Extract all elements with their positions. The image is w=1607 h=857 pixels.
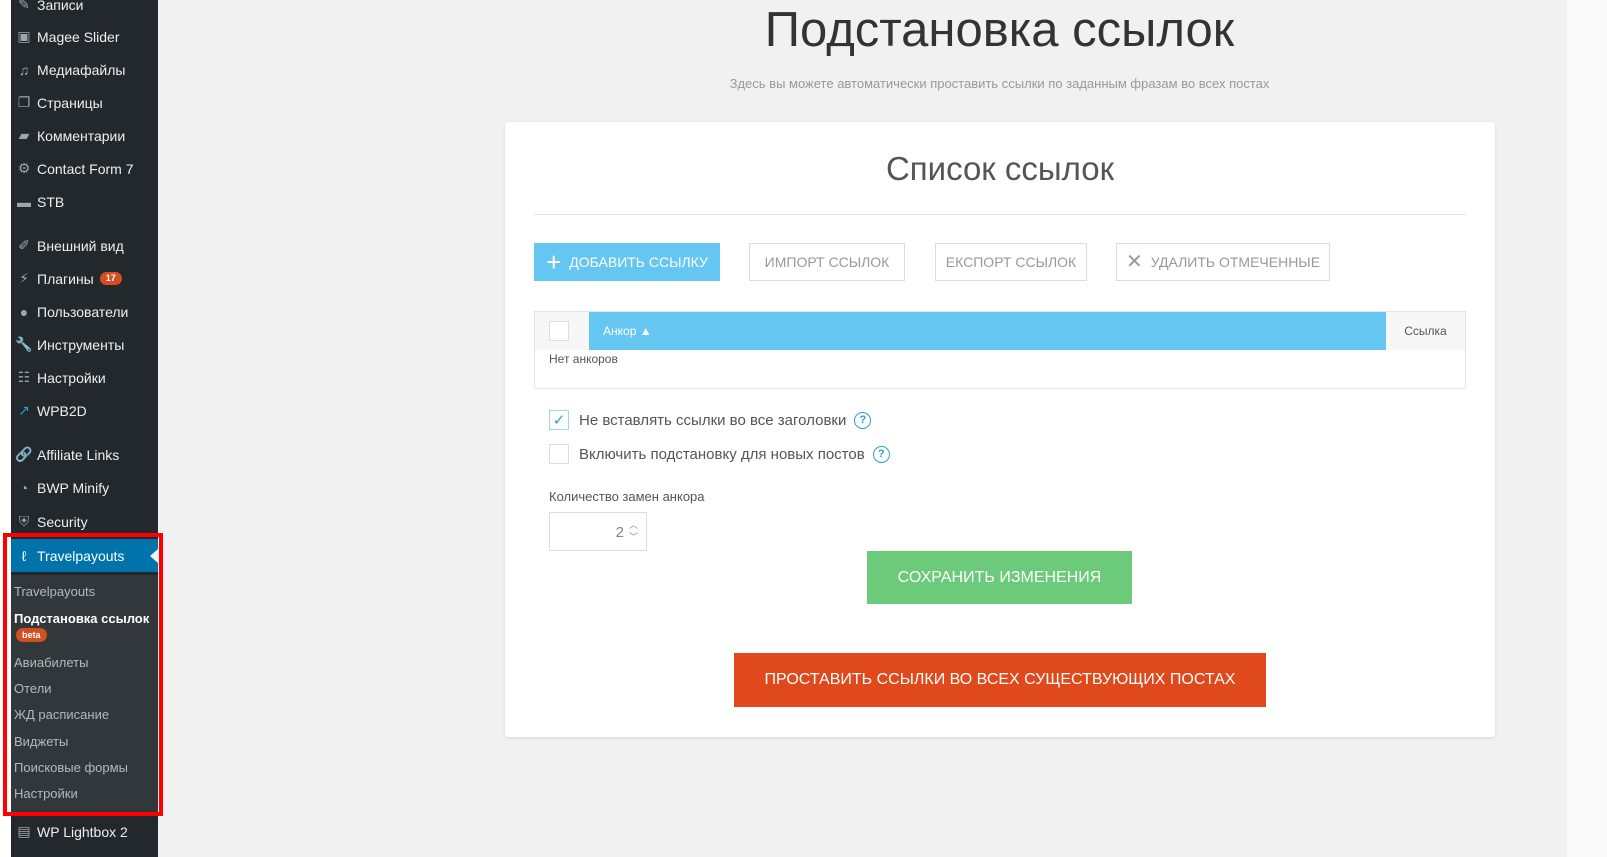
count-label: Количество замен анкора xyxy=(549,489,705,504)
card-title: Список ссылок xyxy=(885,150,1115,187)
help-icon[interactable]: ? xyxy=(854,411,872,429)
export-links-button[interactable]: ЕКСПОРТ ССЫЛОК xyxy=(935,243,1087,281)
add-link-button[interactable]: + ДОБАВИТЬ ССЫЛКУ xyxy=(534,243,720,281)
media-icon: ♫ xyxy=(18,61,30,78)
new-posts-label: Включить подстановку для новых постов xyxy=(579,445,865,463)
links-card: Список ссылок + ДОБАВИТЬ ССЫЛКУ ИМПОРТ СС… xyxy=(505,122,1495,737)
wrench-icon: 🔧 xyxy=(15,336,33,352)
pages-icon: ❐ xyxy=(17,94,31,110)
menu-settings[interactable]: ☷ Настройки xyxy=(11,361,158,394)
comment-icon: ▰ xyxy=(18,127,30,143)
column-anchor[interactable]: Анкор ▲ xyxy=(589,312,1386,350)
menu-magee-slider[interactable]: ▣ Magee Slider xyxy=(11,20,158,53)
apply-links-button[interactable]: ПРОСТАВИТЬ ССЫЛКИ ВО ВСЕХ СУЩЕСТВУЮЩИХ П… xyxy=(734,653,1266,707)
menu-comments[interactable]: ▰ Комментарии xyxy=(11,119,158,152)
menu-pages[interactable]: ❐ Страницы xyxy=(11,86,158,119)
close-icon: ✕ xyxy=(1125,251,1143,273)
count-value: 2 xyxy=(615,524,624,541)
link-icon: 🔗 xyxy=(15,446,33,462)
slider-icon: ▣ xyxy=(17,28,31,44)
highlight-frame xyxy=(3,533,163,816)
option-no-headers[interactable]: ✓ Не вставлять ссылки во все заголовки ? xyxy=(549,410,872,430)
update-count-badge: 17 xyxy=(99,272,122,285)
plus-icon: + xyxy=(546,247,562,277)
stb-icon: ▬ xyxy=(17,193,31,210)
menu-media[interactable]: ♫ Медиафайлы xyxy=(11,53,158,86)
right-edge xyxy=(1567,0,1607,857)
menu-plugins[interactable]: ⚡ Плагины 17 xyxy=(11,262,158,295)
new-posts-checkbox[interactable] xyxy=(549,444,569,464)
user-icon: ● xyxy=(19,303,29,320)
menu-appearance[interactable]: ✐ Внешний вид xyxy=(11,229,158,262)
menu-contact-form[interactable]: ⚙ Contact Form 7 xyxy=(11,152,158,185)
save-button[interactable]: СОХРАНИТЬ ИЗМЕНЕНИЯ xyxy=(867,551,1132,604)
menu-wp-lightbox[interactable]: ▤ WP Lightbox 2 xyxy=(11,815,158,848)
column-link[interactable]: Ссылка xyxy=(1386,312,1465,350)
select-all-checkbox[interactable] xyxy=(549,321,569,341)
empty-message: Нет анкоров xyxy=(549,352,618,366)
anchors-table: Анкор ▲ Ссылка Нет анкоров xyxy=(534,311,1466,389)
menu-tools[interactable]: 🔧 Инструменты xyxy=(11,328,158,361)
menu-affiliate-links[interactable]: 🔗 Affiliate Links xyxy=(11,438,158,471)
menu-wpb2d[interactable]: ↗ WPB2D xyxy=(11,394,158,427)
shield-icon: ⛨ xyxy=(18,513,30,529)
dashboard-icon: ◔ xyxy=(19,479,29,496)
menu-stb[interactable]: ▬ STB xyxy=(11,185,158,218)
delete-selected-button[interactable]: ✕ УДАЛИТЬ ОТМЕЧЕННЫЕ xyxy=(1116,243,1330,281)
settings-icon: ☷ xyxy=(17,369,31,385)
menu-bwp-minify[interactable]: ◔ BWP Minify xyxy=(11,471,158,504)
gear-icon: ⚙ xyxy=(17,160,31,176)
spinner-arrows-icon[interactable]: ︿ ﹀ xyxy=(629,519,638,543)
wpb2d-icon: ↗ xyxy=(18,402,30,418)
menu-posts[interactable]: ✎ Записи xyxy=(11,0,158,21)
help-icon[interactable]: ? xyxy=(872,445,890,463)
menu-users[interactable]: ● Пользователи xyxy=(11,295,158,328)
no-headers-label: Не вставлять ссылки во все заголовки xyxy=(579,411,847,429)
import-links-button[interactable]: ИМПОРТ ССЫЛОК xyxy=(749,243,905,281)
brush-icon: ✐ xyxy=(18,237,30,253)
option-new-posts[interactable]: Включить подстановку для новых постов ? xyxy=(549,444,890,464)
page-subtitle: Здесь вы можете автоматически проставить… xyxy=(729,76,1270,91)
page-title: Подстановка ссылок xyxy=(764,3,1235,57)
anchor-count-stepper[interactable]: 2 ︿ ﹀ xyxy=(549,512,647,551)
table-header: Анкор ▲ Ссылка xyxy=(535,312,1465,350)
pin-icon: ✎ xyxy=(18,0,30,12)
lightbox-icon: ▤ xyxy=(17,823,31,839)
no-headers-checkbox[interactable]: ✓ xyxy=(549,410,569,430)
divider xyxy=(534,214,1466,215)
plugin-icon: ⚡ xyxy=(19,270,29,286)
